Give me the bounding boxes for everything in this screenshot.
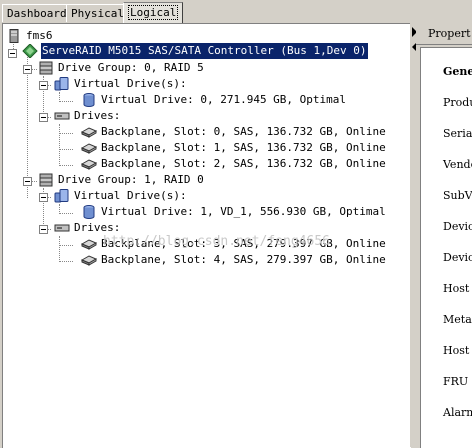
tree-item-physical-drive-slot-1[interactable]: Backplane, Slot: 1, SAS, 136.732 GB, Onl… <box>81 140 387 156</box>
tree-item-drives-0[interactable]: Drives: <box>54 108 121 124</box>
property-label: Vendo <box>443 158 472 171</box>
controller-label: ServeRAID M5015 SAS/SATA Controller (Bus… <box>41 43 368 59</box>
property-label: SubVe <box>443 189 472 202</box>
drives-icon <box>54 112 70 120</box>
tree-line <box>59 165 73 166</box>
drives-label: Drives: <box>74 221 121 234</box>
logical-tree[interactable]: fms6 ServeRAID M5015 SAS/SATA Controller… <box>2 23 411 448</box>
tree-item-server[interactable]: fms6 <box>6 28 54 44</box>
property-label: Produ <box>443 96 472 109</box>
collapse-toggle[interactable] <box>39 225 48 234</box>
tree-item-physical-drive-slot-0[interactable]: Backplane, Slot: 0, SAS, 136.732 GB, Onl… <box>81 124 387 140</box>
virtual-drives-icon <box>54 189 69 203</box>
collapse-toggle[interactable] <box>23 65 32 74</box>
tree-item-physical-drive-slot-3[interactable]: Backplane, Slot: 3, SAS, 279.397 GB, Onl… <box>81 236 387 252</box>
hard-disk-icon <box>81 239 97 250</box>
tree-item-controller[interactable]: ServeRAID M5015 SAS/SATA Controller (Bus… <box>22 43 368 59</box>
tree-line <box>59 133 73 134</box>
property-label: Devic <box>443 220 472 233</box>
tree-line <box>59 101 73 102</box>
collapse-toggle[interactable] <box>39 81 48 90</box>
properties-list[interactable]: Gene Produ Seria Vendo SubVe Devic Devic… <box>420 47 472 448</box>
tree-item-virtual-drives-1[interactable]: Virtual Drive(s): <box>54 188 188 204</box>
tree-item-virtual-drives-0[interactable]: Virtual Drive(s): <box>54 76 188 92</box>
virtual-drive-label: Virtual Drive: 0, 271.945 GB, Optimal <box>101 93 347 106</box>
hard-disk-icon <box>81 159 97 170</box>
tab-dashboard[interactable]: Dashboard <box>2 4 72 22</box>
drives-icon <box>54 224 70 232</box>
collapse-toggle[interactable] <box>8 49 17 58</box>
tree-item-drives-1[interactable]: Drives: <box>54 220 121 236</box>
tree-line <box>59 245 73 246</box>
tab-physical[interactable]: Physical <box>66 4 129 22</box>
tree-line <box>59 213 73 214</box>
drive-group-label: Drive Group: 0, RAID 5 <box>58 61 204 74</box>
hard-disk-icon <box>81 255 97 266</box>
physical-drive-label: Backplane, Slot: 4, SAS, 279.397 GB, Onl… <box>101 253 386 266</box>
properties-header: Propert <box>416 23 472 45</box>
properties-panel: Propert Gene Produ Seria Vendo SubVe Dev… <box>416 23 472 448</box>
virtual-drives-label: Virtual Drive(s): <box>74 189 187 202</box>
property-label: Devic <box>443 251 472 264</box>
drive-group-label: Drive Group: 1, RAID 0 <box>58 173 204 186</box>
virtual-drives-label: Virtual Drive(s): <box>74 77 187 90</box>
tree-line <box>59 124 60 166</box>
drive-group-icon <box>39 61 53 75</box>
collapse-toggle[interactable] <box>23 177 32 186</box>
property-label: Seria <box>443 127 472 140</box>
collapse-toggle[interactable] <box>39 113 48 122</box>
tree-item-physical-drive-slot-4[interactable]: Backplane, Slot: 4, SAS, 279.397 GB, Onl… <box>81 252 387 268</box>
collapse-toggle[interactable] <box>39 193 48 202</box>
tab-logical[interactable]: Logical <box>123 2 184 23</box>
property-label: FRU <box>443 375 469 388</box>
physical-drive-label: Backplane, Slot: 2, SAS, 136.732 GB, Onl… <box>101 157 386 170</box>
property-label: Host <box>443 282 470 295</box>
tree-item-drive-group-0[interactable]: Drive Group: 0, RAID 5 <box>38 60 205 76</box>
server-label: fms6 <box>26 29 53 42</box>
tree-item-virtual-drive-1[interactable]: Virtual Drive: 1, VD_1, 556.930 GB, Opti… <box>81 204 387 220</box>
hard-disk-icon <box>81 127 97 138</box>
tree-item-drive-group-1[interactable]: Drive Group: 1, RAID 0 <box>38 172 205 188</box>
tree-item-virtual-drive-0[interactable]: Virtual Drive: 0, 271.945 GB, Optimal <box>81 92 347 108</box>
virtual-drive-label: Virtual Drive: 1, VD_1, 556.930 GB, Opti… <box>101 205 386 218</box>
tab-logical-label: Logical <box>128 5 179 20</box>
property-label: Host <box>443 344 470 357</box>
tab-bar: Dashboard Physical Logical <box>0 0 472 24</box>
physical-drive-label: Backplane, Slot: 1, SAS, 136.732 GB, Onl… <box>101 141 386 154</box>
hard-disk-icon <box>81 143 97 154</box>
property-label: Metad <box>443 313 472 326</box>
property-label: Gene <box>443 65 472 78</box>
tree-line <box>59 149 73 150</box>
virtual-drive-icon <box>83 205 95 219</box>
tree-line <box>59 236 60 262</box>
virtual-drives-icon <box>54 77 69 91</box>
tree-item-physical-drive-slot-2[interactable]: Backplane, Slot: 2, SAS, 136.732 GB, Onl… <box>81 156 387 172</box>
server-icon <box>9 29 19 43</box>
physical-drive-label: Backplane, Slot: 3, SAS, 279.397 GB, Onl… <box>101 237 386 250</box>
tree-line <box>59 261 73 262</box>
property-label: Alarm <box>443 406 472 419</box>
drive-group-icon <box>39 173 53 187</box>
drives-label: Drives: <box>74 109 121 122</box>
virtual-drive-icon <box>83 93 95 107</box>
physical-drive-label: Backplane, Slot: 0, SAS, 136.732 GB, Onl… <box>101 125 386 138</box>
controller-icon <box>22 44 38 58</box>
